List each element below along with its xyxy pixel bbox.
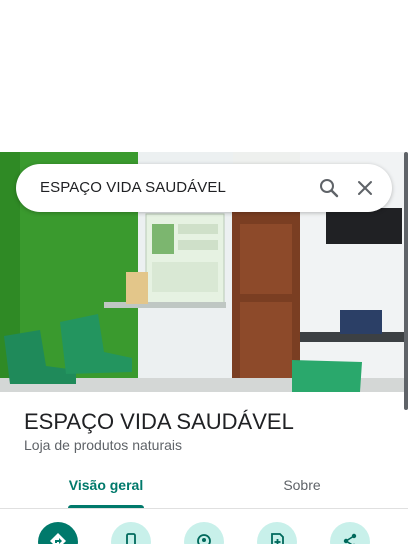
- share-icon: [343, 533, 357, 544]
- tab-about-label: Sobre: [283, 477, 321, 493]
- tab-overview-label: Visão geral: [68, 477, 144, 493]
- place-category[interactable]: Loja de produtos naturais: [24, 437, 182, 453]
- directions-button[interactable]: [38, 522, 78, 544]
- tab-overview[interactable]: Visão geral: [34, 466, 178, 508]
- nearby-icon: [197, 534, 211, 544]
- search-bar[interactable]: ESPAÇO VIDA SAUDÁVEL: [16, 164, 392, 212]
- share-button[interactable]: [330, 522, 370, 544]
- call-button[interactable]: [111, 522, 151, 544]
- blank-top-area: [0, 0, 408, 152]
- scrollbar[interactable]: [404, 152, 408, 410]
- active-tab-indicator: [68, 505, 144, 508]
- close-icon[interactable]: [353, 176, 377, 200]
- action-buttons: [0, 522, 408, 544]
- search-input[interactable]: ESPAÇO VIDA SAUDÁVEL: [40, 164, 226, 212]
- place-title: ESPAÇO VIDA SAUDÁVEL: [24, 409, 294, 434]
- save-button[interactable]: [257, 522, 297, 544]
- save-icon: [271, 533, 284, 544]
- phone-icon: [126, 533, 136, 544]
- nearby-button[interactable]: [184, 522, 224, 544]
- search-icon[interactable]: [317, 176, 341, 200]
- tab-about[interactable]: Sobre: [230, 466, 374, 508]
- directions-icon: [50, 533, 66, 544]
- tab-bar: Visão geral Sobre: [0, 466, 408, 509]
